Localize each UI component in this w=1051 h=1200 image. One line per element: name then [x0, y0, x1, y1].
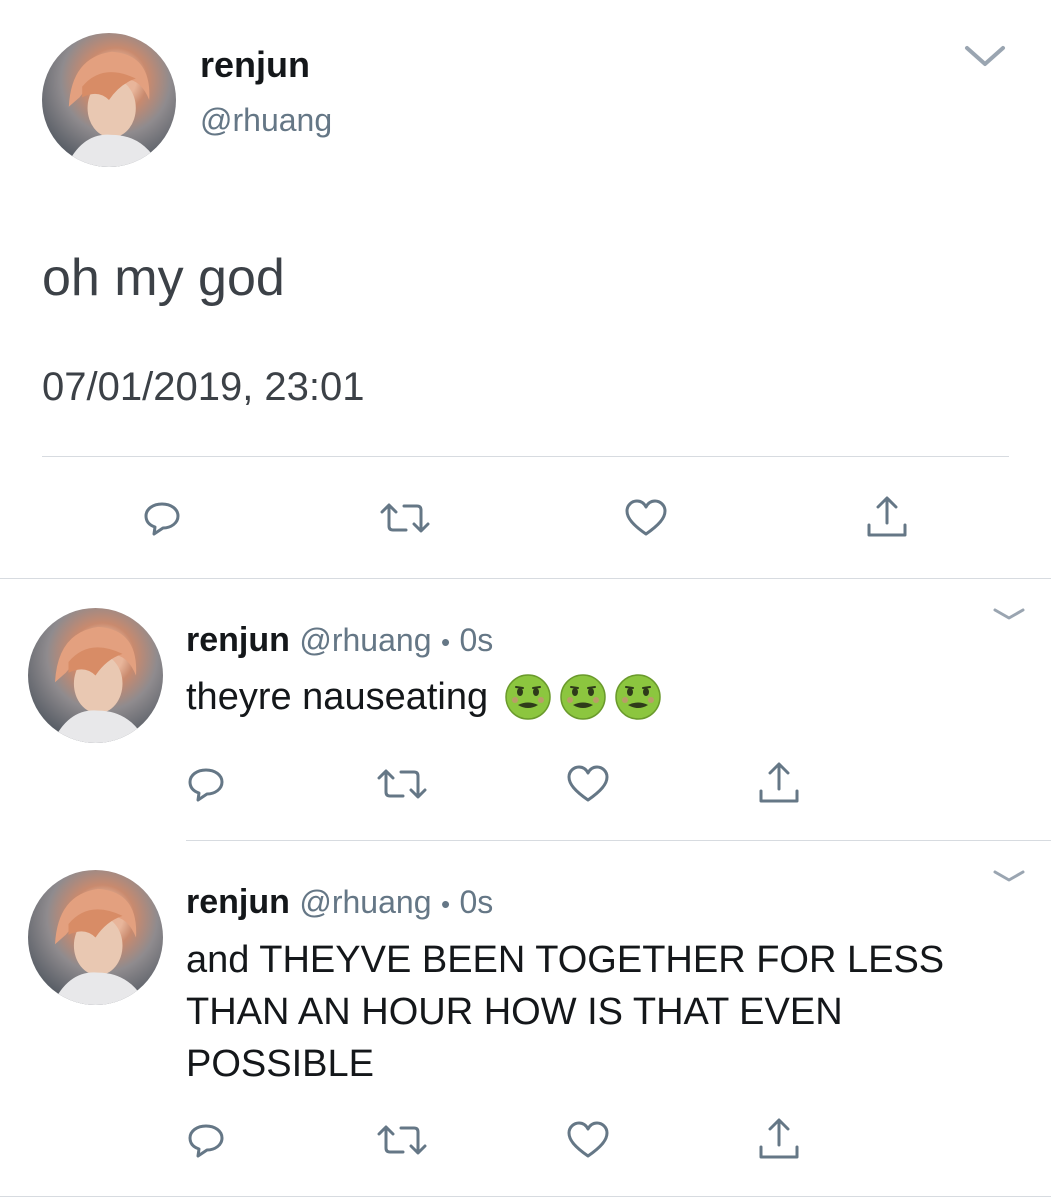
- chevron-down-icon[interactable]: [990, 866, 1028, 886]
- retweet-button[interactable]: [372, 1118, 432, 1162]
- nauseated-face-emoji: [504, 673, 662, 721]
- divider: [42, 456, 1009, 457]
- share-button[interactable]: [862, 492, 912, 542]
- heart-icon: [567, 1121, 609, 1158]
- reply-header: renjun @rhuang • 0s: [186, 882, 493, 924]
- like-button[interactable]: [622, 496, 670, 540]
- divider: [0, 578, 1051, 579]
- handle[interactable]: @rhuang: [299, 884, 431, 920]
- tweet-text-line: THAN AN HOUR HOW IS THAT EVEN: [186, 991, 843, 1033]
- retweet-icon: [380, 503, 430, 533]
- display-name[interactable]: renjun: [186, 621, 290, 659]
- retweet-icon: [377, 1125, 427, 1155]
- handle[interactable]: @rhuang: [299, 622, 431, 658]
- avatar[interactable]: [28, 870, 163, 1005]
- handle[interactable]: @rhuang: [200, 100, 332, 140]
- share-icon: [759, 762, 799, 803]
- chevron-down-icon[interactable]: [962, 42, 1008, 70]
- reply-button[interactable]: [140, 496, 184, 540]
- divider: [186, 840, 1051, 841]
- retweet-button[interactable]: [372, 762, 432, 806]
- tweet-text: and THEYVE BEEN TOGETHER FOR LESS THAN A…: [186, 934, 944, 1090]
- like-button[interactable]: [564, 762, 612, 806]
- tweet-text-line: POSSIBLE: [186, 1043, 374, 1085]
- avatar[interactable]: [42, 33, 176, 167]
- reply-button[interactable]: [184, 1118, 228, 1162]
- share-icon: [867, 496, 907, 537]
- reply-header: renjun @rhuang • 0s: [186, 620, 493, 662]
- display-name[interactable]: renjun: [186, 883, 290, 921]
- share-icon: [759, 1118, 799, 1159]
- timestamp[interactable]: 07/01/2019, 23:01: [42, 362, 365, 412]
- chevron-down-icon[interactable]: [990, 604, 1028, 624]
- timestamp[interactable]: 0s: [460, 622, 494, 658]
- divider: [0, 1196, 1051, 1197]
- reply-icon: [144, 502, 180, 536]
- separator: •: [440, 889, 451, 919]
- retweet-button[interactable]: [375, 496, 435, 540]
- share-button[interactable]: [754, 1114, 804, 1164]
- heart-icon: [567, 765, 609, 802]
- reply-icon: [188, 768, 224, 802]
- heart-icon: [625, 499, 667, 536]
- retweet-icon: [377, 769, 427, 799]
- reply-icon: [188, 1124, 224, 1158]
- timestamp[interactable]: 0s: [460, 884, 494, 920]
- share-button[interactable]: [754, 758, 804, 808]
- reply-text-row: theyre nauseating: [186, 672, 662, 722]
- display-name[interactable]: renjun: [200, 44, 310, 86]
- tweet-text: theyre nauseating: [186, 676, 489, 718]
- reply-button[interactable]: [184, 762, 228, 806]
- tweet-text-line: and THEYVE BEEN TOGETHER FOR LESS: [186, 939, 945, 981]
- separator: •: [440, 627, 451, 657]
- avatar[interactable]: [28, 608, 163, 743]
- like-button[interactable]: [564, 1118, 612, 1162]
- tweet-text: oh my god: [42, 249, 285, 307]
